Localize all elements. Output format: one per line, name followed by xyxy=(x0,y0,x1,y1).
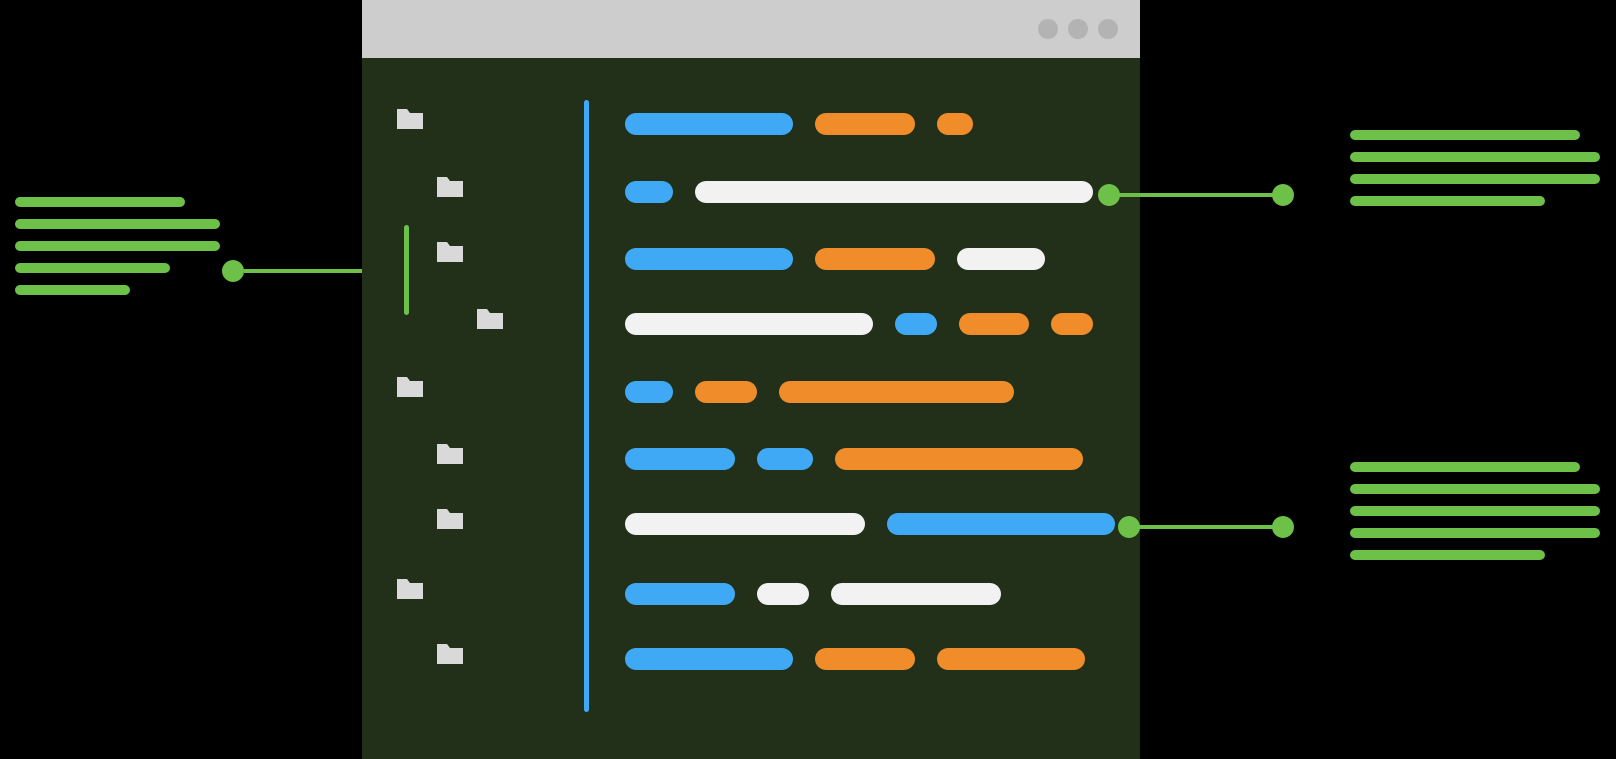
tree-item[interactable] xyxy=(397,107,423,129)
tree-item[interactable] xyxy=(437,442,463,464)
code-token xyxy=(957,248,1045,270)
code-token xyxy=(625,113,793,135)
code-token xyxy=(625,648,793,670)
tree-item[interactable] xyxy=(397,577,423,599)
annotation-line xyxy=(1350,550,1545,560)
annotation-line xyxy=(1350,196,1545,206)
code-token xyxy=(625,513,865,535)
code-line xyxy=(625,648,1085,670)
annotation-line xyxy=(1350,462,1580,472)
tree-item[interactable] xyxy=(477,307,503,329)
window-control-dot[interactable] xyxy=(1068,19,1088,39)
code-line xyxy=(625,513,1115,535)
code-token xyxy=(815,648,915,670)
folder-icon xyxy=(437,240,463,262)
folder-icon xyxy=(397,107,423,129)
connector-dot xyxy=(222,260,244,282)
code-line xyxy=(625,113,973,135)
code-token xyxy=(815,248,935,270)
annotation-line xyxy=(15,197,185,207)
code-token xyxy=(625,448,735,470)
code-token xyxy=(1051,313,1093,335)
folder-icon xyxy=(437,642,463,664)
code-token xyxy=(757,448,813,470)
code-token xyxy=(625,181,673,203)
tree-item[interactable] xyxy=(437,240,463,262)
connector-line xyxy=(1138,525,1278,529)
window-control-dot[interactable] xyxy=(1038,19,1058,39)
folder-icon xyxy=(437,507,463,529)
annotation-line xyxy=(1350,130,1580,140)
connector-dot xyxy=(1272,516,1294,538)
annotation-line xyxy=(1350,506,1600,516)
folder-icon xyxy=(477,307,503,329)
code-line xyxy=(625,181,1093,203)
code-token xyxy=(757,583,809,605)
window-titlebar xyxy=(362,0,1140,58)
tree-selection-highlight xyxy=(404,225,409,315)
folder-icon xyxy=(437,175,463,197)
panel-divider xyxy=(584,100,589,712)
annotation-line xyxy=(15,263,170,273)
window-control-dot[interactable] xyxy=(1098,19,1118,39)
folder-icon xyxy=(397,375,423,397)
code-token xyxy=(779,381,1014,403)
annotation-right-top xyxy=(1350,130,1600,206)
annotation-line xyxy=(15,219,220,229)
folder-icon xyxy=(437,442,463,464)
code-token xyxy=(895,313,937,335)
tree-item[interactable] xyxy=(437,507,463,529)
code-token xyxy=(887,513,1115,535)
annotation-line xyxy=(1350,174,1600,184)
code-token xyxy=(625,313,873,335)
code-token xyxy=(695,381,757,403)
folder-icon xyxy=(397,577,423,599)
annotation-line xyxy=(15,285,130,295)
tree-item[interactable] xyxy=(437,642,463,664)
code-token xyxy=(937,648,1085,670)
code-line xyxy=(625,448,1083,470)
code-line xyxy=(625,313,1093,335)
tree-item[interactable] xyxy=(397,375,423,397)
annotation-line xyxy=(15,241,220,251)
connector-dot xyxy=(1118,516,1140,538)
code-line xyxy=(625,248,1045,270)
connector-dot xyxy=(1098,184,1120,206)
code-editor-window xyxy=(362,0,1140,759)
code-token xyxy=(625,248,793,270)
code-token xyxy=(625,381,673,403)
annotation-line xyxy=(1350,484,1600,494)
code-token xyxy=(835,448,1083,470)
code-token xyxy=(937,113,973,135)
connector-line xyxy=(1118,193,1278,197)
code-line xyxy=(625,381,1014,403)
code-token xyxy=(695,181,1093,203)
connector-dot xyxy=(1272,184,1294,206)
annotation-line xyxy=(1350,152,1600,162)
annotation-line xyxy=(1350,528,1600,538)
code-token xyxy=(625,583,735,605)
code-line xyxy=(625,583,1001,605)
code-token xyxy=(815,113,915,135)
tree-item[interactable] xyxy=(437,175,463,197)
code-token xyxy=(831,583,1001,605)
code-token xyxy=(959,313,1029,335)
annotation-left xyxy=(15,197,220,295)
annotation-right-bottom xyxy=(1350,462,1600,560)
